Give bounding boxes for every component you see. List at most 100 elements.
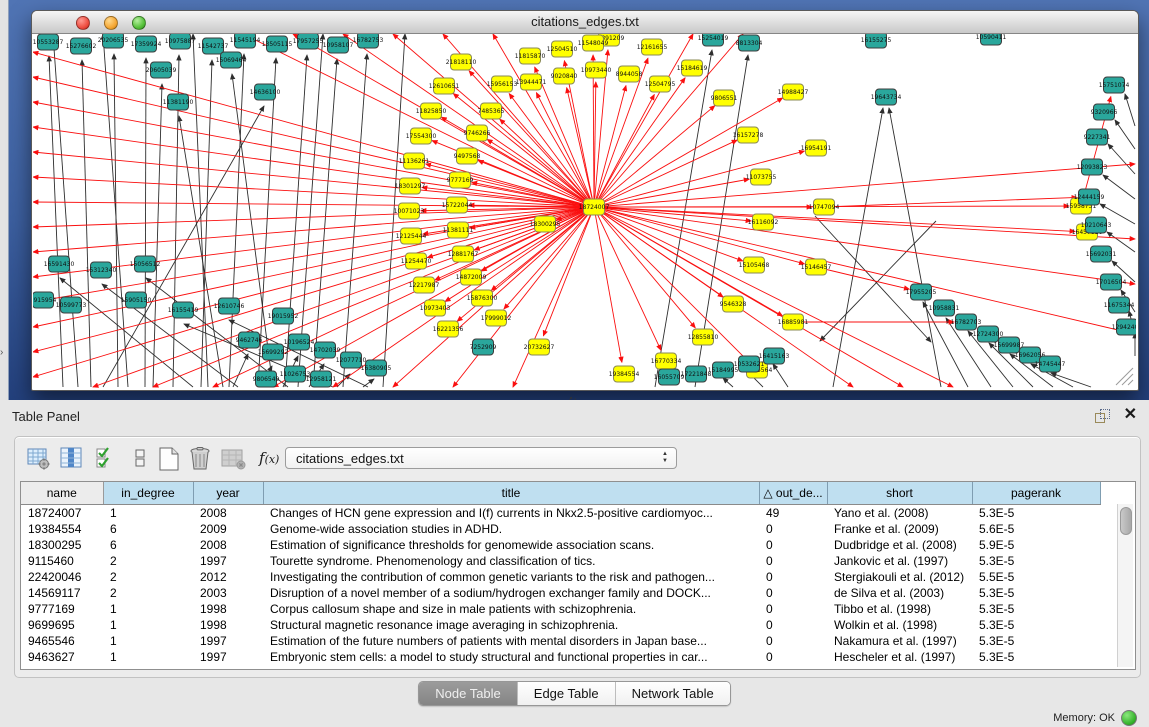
table-cell[interactable]: Changes of HCN gene expression and I(f) … xyxy=(263,505,759,522)
graph-node-yellow[interactable]: 16770334 xyxy=(651,353,682,369)
graph-node-teal[interactable]: 16155419 xyxy=(168,302,199,318)
graph-node-teal[interactable]: 12093823 xyxy=(1077,159,1108,175)
graph-node-teal[interactable]: 10975887 xyxy=(165,34,196,49)
table-cell[interactable]: 1997 xyxy=(193,633,263,649)
graph-node-teal[interactable]: 11675344 xyxy=(1104,297,1135,313)
graph-node-teal[interactable]: 14745447 xyxy=(1035,356,1066,372)
table-cell[interactable]: 0 xyxy=(759,585,827,601)
graph-node-teal[interactable]: 17016504 xyxy=(1096,274,1127,290)
table-cell[interactable]: Disruption of a novel member of a sodium… xyxy=(263,585,759,601)
graph-node-yellow[interactable]: 18301297 xyxy=(395,178,426,194)
graph-node-yellow[interactable]: 11548049 xyxy=(578,35,609,51)
graph-node-yellow[interactable]: 16221356 xyxy=(433,321,464,337)
graph-node-yellow[interactable]: 9020840 xyxy=(551,68,578,84)
graph-node-teal[interactable]: 15312340 xyxy=(86,262,117,278)
column-header-name[interactable]: name xyxy=(21,482,103,505)
table-cell[interactable]: Tibbo et al. (1998) xyxy=(827,601,972,617)
table-cell[interactable]: Wolkin et al. (1998) xyxy=(827,617,972,633)
graph-node-teal[interactable]: 16782703 xyxy=(951,314,982,330)
table-cell[interactable]: 5.3E-5 xyxy=(972,617,1100,633)
graph-node-yellow[interactable]: 9546328 xyxy=(720,296,747,312)
table-row[interactable]: 969969511998Structural magnetic resonanc… xyxy=(21,617,1100,633)
zoom-window-icon[interactable] xyxy=(132,16,146,30)
graph-node-teal[interactable]: 16155275 xyxy=(861,34,892,48)
graph-node-teal[interactable]: 10553287 xyxy=(33,34,63,50)
graph-node-teal[interactable]: 10210643 xyxy=(1081,217,1112,233)
close-window-icon[interactable] xyxy=(76,16,90,30)
function-builder-icon[interactable]: f(x) xyxy=(259,449,283,475)
table-cell[interactable]: 6 xyxy=(103,521,193,537)
graph-node-yellow[interactable]: 9806551 xyxy=(711,90,738,106)
graph-node-yellow[interactable]: 10973403 xyxy=(420,300,451,316)
graph-node-yellow[interactable]: 11136261 xyxy=(399,153,430,169)
graph-node-teal[interactable]: 15254019 xyxy=(698,34,729,46)
graph-node-yellow[interactable]: 12504795 xyxy=(645,76,676,92)
graph-node-yellow[interactable]: 10747094 xyxy=(809,199,840,215)
graph-node-yellow[interactable]: 17554300 xyxy=(406,128,437,144)
graph-node-teal[interactable]: 13505115 xyxy=(262,36,293,52)
graph-node-yellow[interactable]: 7485365 xyxy=(478,103,505,119)
graph-node-teal[interactable]: 10590411 xyxy=(976,34,1007,45)
graph-node-yellow[interactable]: 13944471 xyxy=(516,74,547,90)
graph-node-yellow[interactable]: 18724007 xyxy=(579,199,610,215)
table-cell[interactable]: 1 xyxy=(103,505,193,522)
graph-node-teal[interactable]: 19643734 xyxy=(871,89,902,105)
graph-node-teal[interactable]: 15751074 xyxy=(1099,77,1130,93)
table-cell[interactable]: Estimation of significance thresholds fo… xyxy=(263,537,759,553)
graph-node-yellow[interactable]: 14988427 xyxy=(778,84,809,100)
column-header-pagerank[interactable]: pagerank xyxy=(972,482,1100,505)
graph-node-yellow[interactable]: 12161655 xyxy=(637,39,668,55)
graph-node-yellow[interactable]: 14872009 xyxy=(456,269,487,285)
graph-node-teal[interactable]: 17955205 xyxy=(906,284,937,300)
graph-node-teal[interactable]: 15692031 xyxy=(1086,246,1117,262)
table-cell[interactable]: 0 xyxy=(759,601,827,617)
table-cell[interactable]: 14569117 xyxy=(21,585,103,601)
graph-node-teal[interactable]: 10599773 xyxy=(56,297,87,313)
graph-node-teal[interactable]: 7252909 xyxy=(470,339,497,355)
table-cell[interactable]: Estimation of the future numbers of pati… xyxy=(263,633,759,649)
graph-node-yellow[interactable]: 12881767 xyxy=(448,246,479,262)
graph-node-teal[interactable]: 20206535 xyxy=(98,34,129,48)
table-row[interactable]: 946554611997Estimation of the future num… xyxy=(21,633,1100,649)
table-cell[interactable]: 2012 xyxy=(193,569,263,585)
table-cell[interactable]: 9115460 xyxy=(21,553,103,569)
graph-node-yellow[interactable]: 21818110 xyxy=(446,54,477,70)
graph-node-yellow[interactable]: 11381111 xyxy=(443,222,474,238)
table-cell[interactable]: 0 xyxy=(759,569,827,585)
table-cell[interactable]: 18724007 xyxy=(21,505,103,522)
graph-node-teal[interactable]: 10958107 xyxy=(323,37,354,53)
graph-node-teal[interactable]: 9462746 xyxy=(236,332,263,348)
table-cell[interactable]: 1 xyxy=(103,633,193,649)
table-cell[interactable]: 5.5E-5 xyxy=(972,569,1100,585)
table-scrollbar[interactable] xyxy=(1117,504,1133,667)
tab-edge-table[interactable]: Edge Table xyxy=(517,682,615,705)
table-row[interactable]: 1830029562008Estimation of significance … xyxy=(21,537,1100,553)
table-cell[interactable]: 2009 xyxy=(193,521,263,537)
table-cell[interactable]: 1998 xyxy=(193,617,263,633)
tab-node-table[interactable]: Node Table xyxy=(419,682,517,705)
graph-node-yellow[interactable]: 16954191 xyxy=(801,140,832,156)
table-cell[interactable]: de Silva et al. (2003) xyxy=(827,585,972,601)
table-row[interactable]: 1456911722003Disruption of a novel membe… xyxy=(21,585,1100,601)
graph-node-yellow[interactable]: 12125444 xyxy=(396,228,427,244)
table-cell[interactable]: 6 xyxy=(103,537,193,553)
table-cell[interactable]: 9465546 xyxy=(21,633,103,649)
table-cell[interactable]: 19384554 xyxy=(21,521,103,537)
table-cell[interactable]: 18300295 xyxy=(21,537,103,553)
graph-node-teal[interactable]: 11545194 xyxy=(230,34,261,48)
table-cell[interactable]: Hescheler et al. (1997) xyxy=(827,649,972,665)
graph-node-yellow[interactable]: 9746266 xyxy=(464,125,491,141)
table-cell[interactable]: Tourette syndrome. Phenomenology and cla… xyxy=(263,553,759,569)
delete-table-icon[interactable] xyxy=(221,446,245,472)
table-settings-icon[interactable] xyxy=(27,446,51,472)
table-cell[interactable]: Investigating the contribution of common… xyxy=(263,569,759,585)
column-header-in_degree[interactable]: in_degree xyxy=(103,482,193,505)
graph-node-teal[interactable]: 8813304 xyxy=(736,35,763,51)
graph-node-teal[interactable]: 9806549 xyxy=(253,371,280,387)
table-cell[interactable]: 1 xyxy=(103,617,193,633)
graph-node-yellow[interactable]: 9777169 xyxy=(447,172,474,188)
graph-node-yellow[interactable]: 9497568 xyxy=(454,148,481,164)
table-row[interactable]: 977716911998Corpus callosum shape and si… xyxy=(21,601,1100,617)
column-header-short[interactable]: short xyxy=(827,482,972,505)
graph-node-teal[interactable]: 11381190 xyxy=(163,94,194,110)
